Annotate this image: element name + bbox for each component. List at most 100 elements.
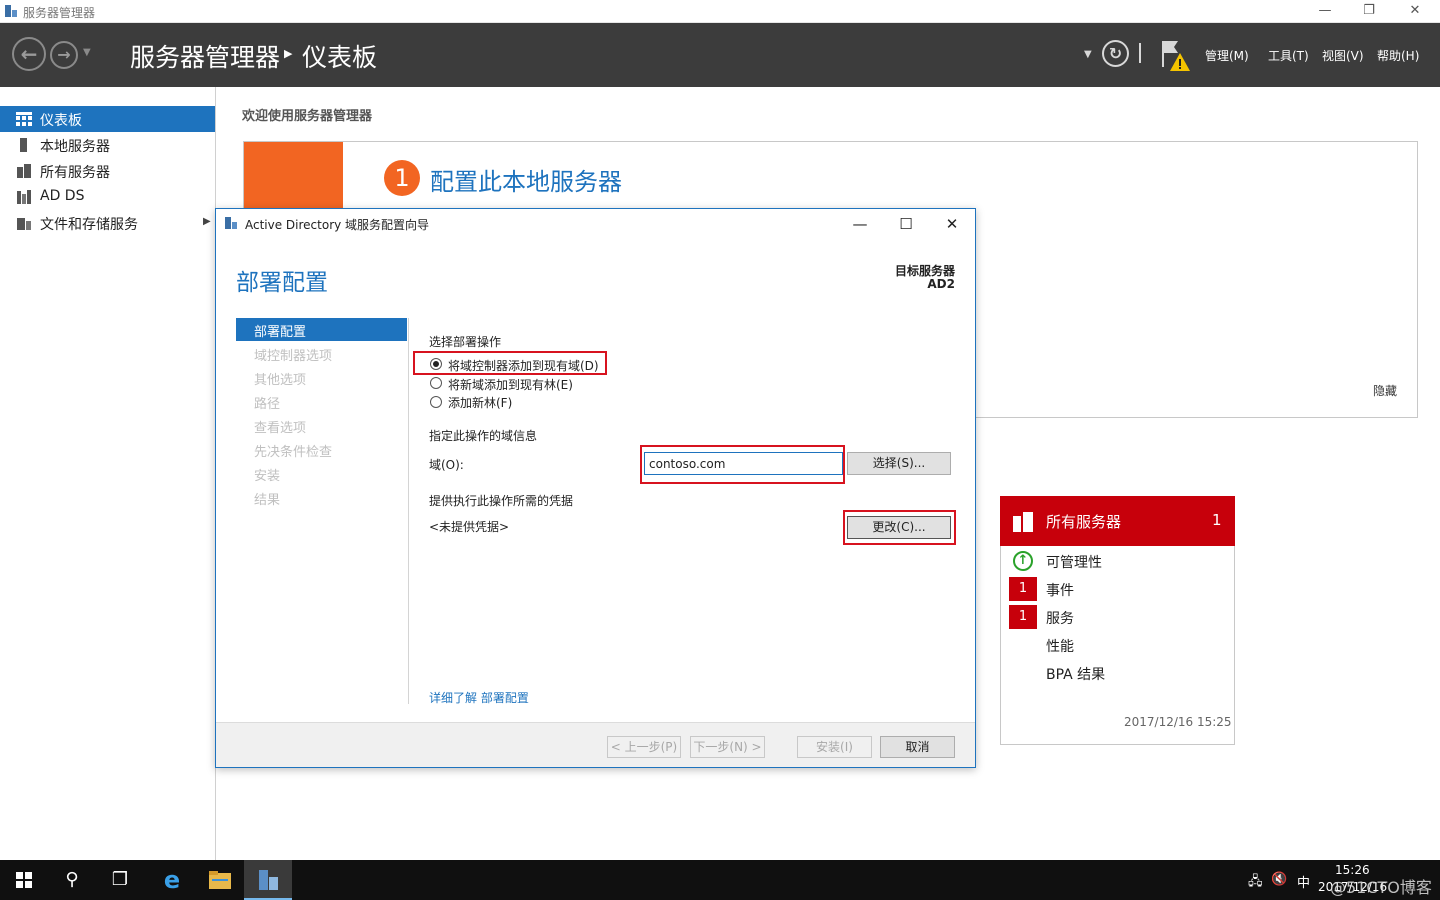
menu-manage[interactable]: 管理(M) [1205,47,1249,64]
wizard-close-button[interactable]: ✕ [937,213,967,235]
taskbar: ⚲ ❐ e 🖧 🔇 中 15:26 2017/12/16 @51CTO博客 [0,860,1440,900]
servers-icon [1013,512,1033,532]
maximize-button[interactable]: ❐ [1346,0,1392,23]
folder-icon [209,871,231,889]
arrow-left-icon: ← [20,42,38,66]
server-manager-taskbar-button[interactable] [244,860,292,900]
configure-local-server-link[interactable]: 配置此本地服务器 [430,162,622,197]
tile-count: 1 [1212,511,1222,529]
back-button[interactable]: ← [12,37,46,71]
step-number-badge: 1 [384,160,420,196]
option-add-dc-label[interactable]: 将域控制器添加到现有域(D) [448,357,599,374]
close-button[interactable]: ✕ [1392,0,1438,23]
wizard-divider [408,318,409,704]
wizard-step-other-options: 其他选项 [254,373,307,388]
wizard-maximize-button[interactable]: ☐ [891,213,921,235]
back-step-button[interactable]: < 上一步(P) [607,736,681,758]
sidebar-item-local-server[interactable]: 本地服务器 [0,132,215,158]
option-new-forest-label[interactable]: 添加新林(F) [448,394,512,411]
app-header: ← → ▼ 服务器管理器 ▶ 仪表板 ▼ ↻ 管理(M) 工具(T) 视图(V)… [0,23,1440,87]
menu-view[interactable]: 视图(V) [1322,47,1364,64]
volume-muted-icon[interactable]: 🔇 [1271,872,1287,887]
wizard-step-paths: 路径 [254,397,281,412]
wizard-step-prereq: 先决条件检查 [254,445,333,460]
tile-timestamp: 2017/12/16 15:25 [1124,715,1232,729]
breadcrumb-app[interactable]: 服务器管理器 [130,38,280,74]
services-count-badge: 1 [1009,605,1037,629]
arrow-right-icon: → [57,45,71,64]
tile-row-events[interactable]: 事件 [1046,580,1074,600]
next-step-button[interactable]: 下一步(N) > [690,736,765,758]
events-count-badge: 1 [1009,577,1037,601]
wizard-app-icon [225,217,237,229]
install-button[interactable]: 安装(I) [797,736,872,758]
wizard-step-review: 查看选项 [254,421,307,436]
watermark: @51CTO博客 [1330,878,1432,897]
windows-logo-icon [16,872,32,888]
menu-tools[interactable]: 工具(T) [1268,47,1309,64]
sidebar-item-all-servers[interactable]: 所有服务器 [0,158,215,184]
menu-help[interactable]: 帮助(H) [1377,47,1419,64]
tile-title: 所有服务器 [1046,513,1122,531]
sidebar-item-label: AD DS [40,188,85,204]
sidebar-item-label: 本地服务器 [40,139,110,155]
tile-row-manageability[interactable]: 可管理性 [1046,552,1102,572]
window-title: 服务器管理器 [23,6,96,20]
wizard-step-dc-options: 域控制器选项 [254,349,333,364]
up-arrow-ok-icon: ↑ [1013,551,1033,571]
domain-input[interactable] [644,452,843,475]
start-button[interactable] [0,860,48,900]
ad-ds-icon [17,190,31,204]
wizard-step-deployment[interactable]: 部署配置 [236,318,407,341]
option-add-domain-label[interactable]: 将新域添加到现有林(E) [448,376,573,393]
sidebar-item-file-storage[interactable]: 文件和存储服务 ▶ [0,210,215,236]
radio-add-domain-existing-forest[interactable] [430,377,442,389]
forward-button[interactable]: → [50,41,78,69]
history-dropdown-icon[interactable]: ▼ [83,47,91,58]
change-credentials-button[interactable]: 更改(C)... [847,516,951,539]
file-explorer-icon[interactable] [196,860,244,900]
dropdown-arrow-icon[interactable]: ▼ [1084,49,1092,60]
learn-more-link[interactable]: 详细了解 部署配置 [429,689,529,706]
sidebar-item-dashboard[interactable]: 仪表板 [0,106,215,132]
wizard-title-bar: Active Directory 域服务配置向导 — ☐ ✕ [216,209,975,239]
task-view-icon[interactable]: ❐ [96,860,144,900]
all-servers-icon [17,164,31,178]
server-manager-icon [259,870,278,890]
window-title-bar: 服务器管理器 — ❐ ✕ [0,0,1440,23]
search-icon[interactable]: ⚲ [48,860,96,900]
network-icon[interactable]: 🖧 [1248,872,1263,894]
cancel-button[interactable]: 取消 [880,736,955,758]
section-operation-label: 选择部署操作 [429,335,502,349]
notifications-flag-icon[interactable] [1160,37,1192,73]
ime-indicator[interactable]: 中 [1297,872,1310,891]
server-manager-icon [5,5,17,17]
radio-add-new-forest[interactable] [430,396,442,408]
wizard-minimize-button[interactable]: — [845,213,875,235]
sidebar-item-label: 仪表板 [40,113,82,129]
breadcrumb-separator-icon: ▶ [284,47,293,60]
hide-link[interactable]: 隐藏 [1373,382,1397,399]
refresh-icon[interactable]: ↻ [1102,40,1129,67]
radio-add-dc-existing-domain[interactable] [430,358,442,370]
section-domain-label: 指定此操作的域信息 [429,429,538,443]
domain-field-label: 域(O): [429,458,464,472]
local-server-icon [20,138,27,152]
sidebar-item-label: 所有服务器 [40,165,110,181]
sidebar-item-ad-ds[interactable]: AD DS [0,184,215,210]
expand-arrow-icon[interactable]: ▶ [203,216,211,227]
all-servers-tile-header[interactable]: 所有服务器 1 [1000,496,1235,546]
dashboard-icon [16,112,32,126]
header-divider [1139,43,1141,63]
credentials-value: <未提供凭据> [429,520,510,534]
file-storage-icon [17,218,31,230]
tile-row-services[interactable]: 服务 [1046,608,1074,628]
wizard-title: Active Directory 域服务配置向导 [245,218,430,232]
target-server-value: AD2 [927,277,955,291]
minimize-button[interactable]: — [1302,0,1348,23]
tile-row-performance[interactable]: 性能 [1046,636,1074,656]
wizard-step-results: 结果 [254,493,281,508]
tile-row-bpa[interactable]: BPA 结果 [1046,664,1105,684]
select-domain-button[interactable]: 选择(S)... [847,452,951,475]
internet-explorer-icon[interactable]: e [148,860,196,900]
